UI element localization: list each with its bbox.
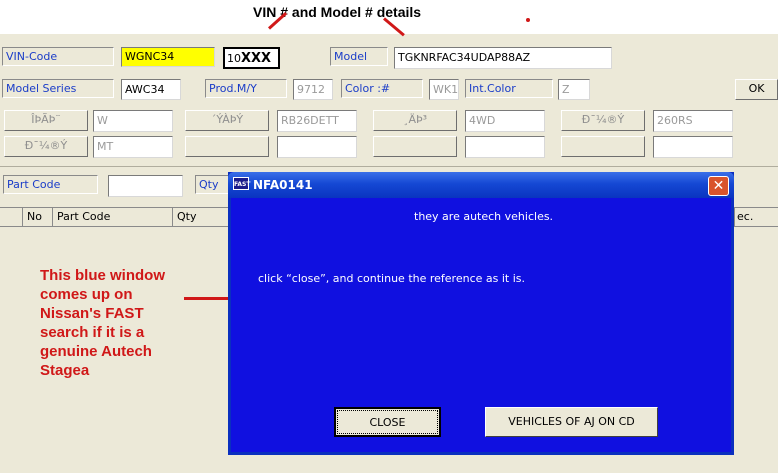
vin-code-field[interactable]: WGNC34 bbox=[121, 47, 215, 67]
column-header-no[interactable]: No bbox=[22, 208, 50, 226]
ok-button[interactable]: OK bbox=[735, 79, 778, 100]
attr-button-7[interactable] bbox=[373, 136, 457, 157]
attr-field-1[interactable]: W bbox=[93, 110, 173, 132]
section-divider bbox=[0, 166, 778, 167]
color-label: Color :# bbox=[341, 79, 423, 98]
int-color-label: Int.Color bbox=[465, 79, 553, 98]
red-dot bbox=[526, 18, 530, 22]
attr-button-5[interactable]: Ð¯¼®Ý bbox=[4, 136, 88, 157]
annotation-pointer bbox=[184, 297, 228, 300]
attr-field-3[interactable]: 4WD bbox=[465, 110, 545, 132]
attr-button-3[interactable]: ¸ÄÞ³ bbox=[373, 110, 457, 131]
column-header-spec[interactable]: ec. bbox=[734, 208, 778, 226]
attr-button-4[interactable]: Ð¯¼®Ý bbox=[561, 110, 645, 131]
vin-code-label: VIN-Code bbox=[2, 47, 114, 66]
dialog-close-button[interactable]: CLOSE bbox=[334, 407, 441, 437]
column-header-part-code[interactable]: Part Code bbox=[52, 208, 170, 226]
close-icon[interactable]: ✕ bbox=[708, 176, 729, 196]
fast-app-icon: FAST bbox=[233, 177, 250, 190]
side-annotation: This blue window comes up on Nissan's FA… bbox=[40, 267, 165, 379]
attr-button-1[interactable]: ÎÞÃÞ¨ bbox=[4, 110, 88, 131]
dialog-title: NFA0141 bbox=[253, 178, 313, 192]
dialog-message-1: they are autech vehicles. bbox=[414, 210, 554, 223]
attr-button-8[interactable] bbox=[561, 136, 645, 157]
vehicles-on-cd-button[interactable]: VEHICLES OF AJ ON CD bbox=[485, 407, 658, 437]
qty-label: Qty bbox=[195, 175, 229, 194]
attr-field-6[interactable] bbox=[277, 136, 357, 158]
vin-serial-field[interactable]: 10XXX bbox=[223, 47, 280, 69]
attr-button-6[interactable] bbox=[185, 136, 269, 157]
model-series-label: Model Series bbox=[2, 79, 114, 98]
vin-serial-value: XXX bbox=[241, 51, 272, 66]
color-field[interactable]: WK1 bbox=[429, 79, 459, 100]
prod-my-field[interactable]: 9712 bbox=[293, 79, 333, 100]
model-series-field[interactable]: AWC34 bbox=[121, 79, 181, 100]
part-code-field[interactable] bbox=[108, 175, 183, 197]
column-header-qty[interactable]: Qty bbox=[172, 208, 226, 226]
attr-field-4[interactable]: 260RS bbox=[653, 110, 733, 132]
part-code-label: Part Code bbox=[3, 175, 98, 194]
attr-button-2[interactable]: ´ÝÀÞÝ bbox=[185, 110, 269, 131]
attr-field-7[interactable] bbox=[465, 136, 545, 158]
attr-field-8[interactable] bbox=[653, 136, 733, 158]
int-color-field[interactable]: Z bbox=[558, 79, 590, 100]
model-label: Model bbox=[330, 47, 388, 66]
attr-field-5[interactable]: MT bbox=[93, 136, 173, 158]
prod-my-label: Prod.M/Y bbox=[205, 79, 287, 98]
vin-serial-prefix: 10 bbox=[227, 52, 241, 65]
model-field[interactable]: TGKNRFAC34UDAP88AZ bbox=[394, 47, 612, 69]
dialog-message-2: click “close”, and continue the referenc… bbox=[258, 272, 526, 285]
attr-field-2[interactable]: RB26DETT bbox=[277, 110, 357, 132]
